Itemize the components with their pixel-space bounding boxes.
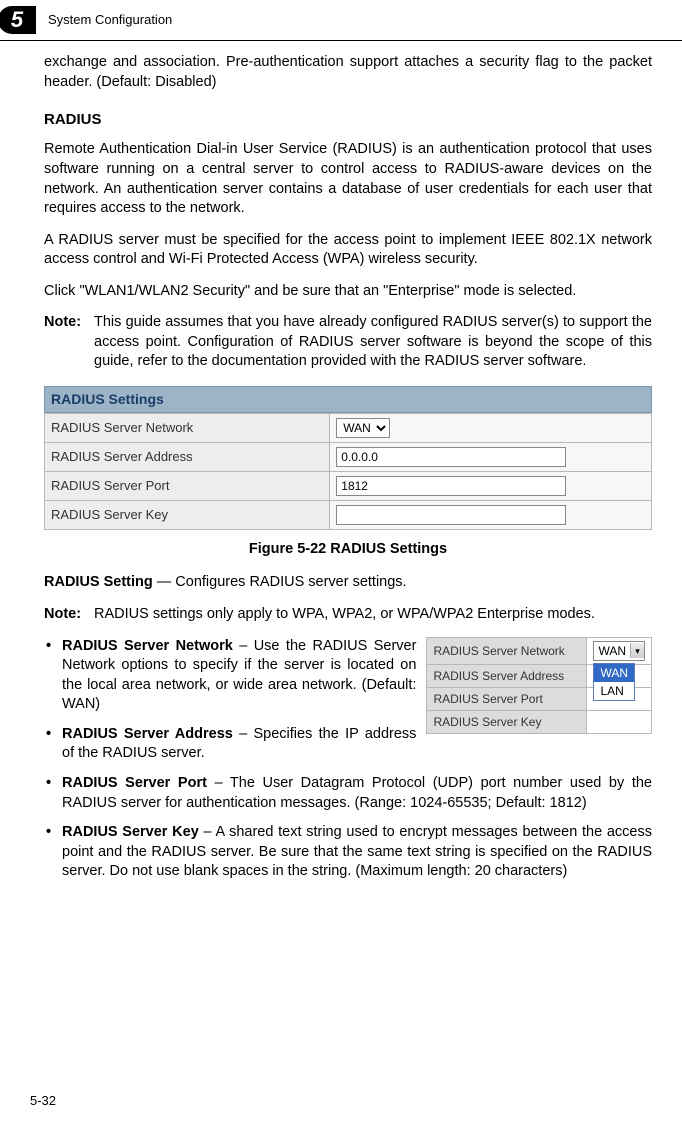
figure-caption: Figure 5-22 RADIUS Settings (44, 540, 652, 560)
row-field (330, 500, 652, 529)
table-row: RADIUS Server Network WAN ▾ WAN LAN (427, 637, 652, 664)
row-label: RADIUS Server Network (45, 413, 330, 442)
row-label: RADIUS Server Port (427, 687, 587, 710)
row-label: RADIUS Server Network (427, 637, 587, 664)
radius-setting-title: RADIUS Setting (44, 574, 153, 590)
bullet-marker: • (44, 725, 62, 764)
table-row: RADIUS Server Address (45, 442, 652, 471)
page-content: exchange and association. Pre-authentica… (0, 53, 682, 882)
dropdown-option[interactable]: LAN (594, 682, 634, 700)
bullet-text: RADIUS Server Network – Use the RADIUS S… (62, 637, 416, 715)
row-field: WAN (330, 413, 652, 442)
chevron-down-icon: ▾ (630, 643, 644, 658)
row-label: RADIUS Server Port (45, 471, 330, 500)
page-number: 5-32 (30, 1092, 56, 1110)
note-2: Note: RADIUS settings only apply to WPA,… (44, 605, 652, 625)
note-label: Note: (44, 313, 94, 372)
dropdown-option[interactable]: WAN (594, 664, 634, 682)
note-text: This guide assumes that you have already… (94, 313, 652, 372)
table-row: RADIUS Server Network WAN (45, 413, 652, 442)
row-field: WAN ▾ WAN LAN (587, 637, 652, 664)
select-value: WAN (594, 642, 630, 660)
bullet-item: • RADIUS Server Key – A shared text stri… (44, 823, 652, 882)
row-label: RADIUS Server Key (427, 711, 587, 734)
radius-settings-figure: RADIUS Settings RADIUS Server Network WA… (44, 386, 652, 530)
table-row: RADIUS Server Key (427, 711, 652, 734)
row-label: RADIUS Server Address (427, 664, 587, 687)
row-field (330, 442, 652, 471)
row-label: RADIUS Server Key (45, 500, 330, 529)
chapter-title: System Configuration (48, 11, 172, 29)
page-header: 5 System Configuration (0, 0, 682, 41)
radius-setting-line: RADIUS Setting — Configures RADIUS serve… (44, 573, 652, 593)
figure-title-bar: RADIUS Settings (44, 386, 652, 413)
bullet-title: RADIUS Server Port (62, 775, 207, 791)
row-label: RADIUS Server Address (45, 442, 330, 471)
bullet-marker: • (44, 823, 62, 882)
radius-address-input[interactable] (336, 447, 566, 467)
intro-paragraph: exchange and association. Pre-authentica… (44, 53, 652, 92)
table-row: RADIUS Server Key (45, 500, 652, 529)
bullet-marker: • (44, 637, 62, 715)
row-field (587, 711, 652, 734)
mini-network-select[interactable]: WAN ▾ (593, 641, 645, 661)
radius-port-input[interactable] (336, 476, 566, 496)
row-field (330, 471, 652, 500)
bullet-item: • RADIUS Server Network – Use the RADIUS… (44, 637, 416, 715)
radius-paragraph-1: Remote Authentication Dial-in User Servi… (44, 140, 652, 218)
note-text: RADIUS settings only apply to WPA, WPA2,… (94, 605, 595, 625)
radius-heading: RADIUS (44, 110, 652, 130)
chapter-number-badge: 5 (0, 6, 36, 34)
bullet-title: RADIUS Server Address (62, 726, 233, 742)
radius-paragraph-3: Click "WLAN1/WLAN2 Security" and be sure… (44, 282, 652, 302)
radius-mini-panel: RADIUS Server Network WAN ▾ WAN LAN RADI… (426, 637, 652, 735)
bullet-item: • RADIUS Server Address – Specifies the … (44, 725, 416, 764)
bullet-title: RADIUS Server Network (62, 638, 233, 654)
radius-setting-rest: — Configures RADIUS server settings. (153, 574, 407, 590)
bullet-title: RADIUS Server Key (62, 824, 199, 840)
note-1: Note: This guide assumes that you have a… (44, 313, 652, 372)
bullet-marker: • (44, 774, 62, 813)
bullet-text: RADIUS Server Address – Specifies the IP… (62, 725, 416, 764)
bullet-item: • RADIUS Server Port – The User Datagram… (44, 774, 652, 813)
radius-network-select[interactable]: WAN (336, 418, 390, 438)
bullet-text: RADIUS Server Port – The User Datagram P… (62, 774, 652, 813)
radius-paragraph-2: A RADIUS server must be specified for th… (44, 231, 652, 270)
mini-table: RADIUS Server Network WAN ▾ WAN LAN RADI… (426, 637, 652, 735)
dropdown-listbox[interactable]: WAN LAN (593, 663, 635, 701)
note-label: Note: (44, 605, 94, 625)
radius-key-input[interactable] (336, 505, 566, 525)
bullet-text: RADIUS Server Key – A shared text string… (62, 823, 652, 882)
table-row: RADIUS Server Port (45, 471, 652, 500)
radius-settings-table: RADIUS Server Network WAN RADIUS Server … (44, 413, 652, 530)
